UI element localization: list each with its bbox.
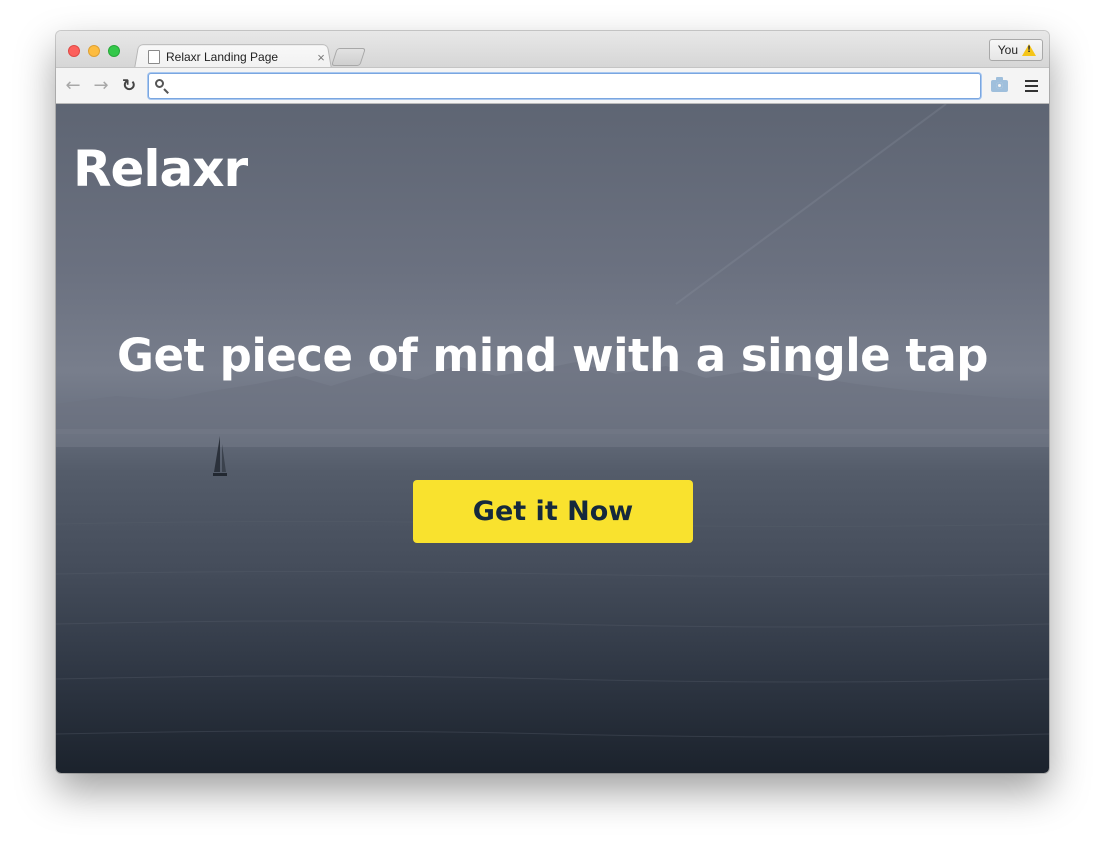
menu-icon[interactable]: [1025, 80, 1038, 92]
window-maximize-button[interactable]: [108, 45, 120, 57]
reload-icon[interactable]: ↻: [118, 75, 140, 97]
window-minimize-button[interactable]: [88, 45, 100, 57]
toolbar: ← → ↻: [56, 67, 1049, 104]
tab-strip: Relaxr Landing Page × You: [56, 31, 1049, 69]
camera-icon[interactable]: [991, 77, 1008, 92]
hero-headline: Get piece of mind with a single tap: [117, 329, 988, 382]
search-icon: [155, 79, 164, 88]
tab-title[interactable]: Relaxr Landing Page: [166, 50, 314, 64]
page-viewport: Relaxr Get piece of mind with a single t…: [56, 104, 1049, 773]
browser-window: Relaxr Landing Page × You ← → ↻: [56, 31, 1049, 773]
address-input[interactable]: [171, 76, 975, 98]
window-close-button[interactable]: [68, 45, 80, 57]
get-it-now-button[interactable]: Get it Now: [413, 480, 693, 543]
new-tab-button[interactable]: [331, 48, 366, 66]
brand-logo[interactable]: Relaxr: [73, 144, 248, 194]
tab-content: Relaxr Landing Page ×: [148, 47, 328, 67]
back-arrow-icon[interactable]: ←: [62, 75, 84, 97]
profile-button[interactable]: You: [988, 39, 1043, 61]
tab-close-icon[interactable]: ×: [314, 50, 328, 65]
profile-label: You: [997, 43, 1018, 57]
address-bar[interactable]: [148, 73, 981, 99]
hero-background: [56, 104, 1049, 738]
warning-icon: [1022, 44, 1036, 56]
page-icon: [148, 50, 160, 64]
forward-arrow-icon[interactable]: →: [90, 75, 112, 97]
